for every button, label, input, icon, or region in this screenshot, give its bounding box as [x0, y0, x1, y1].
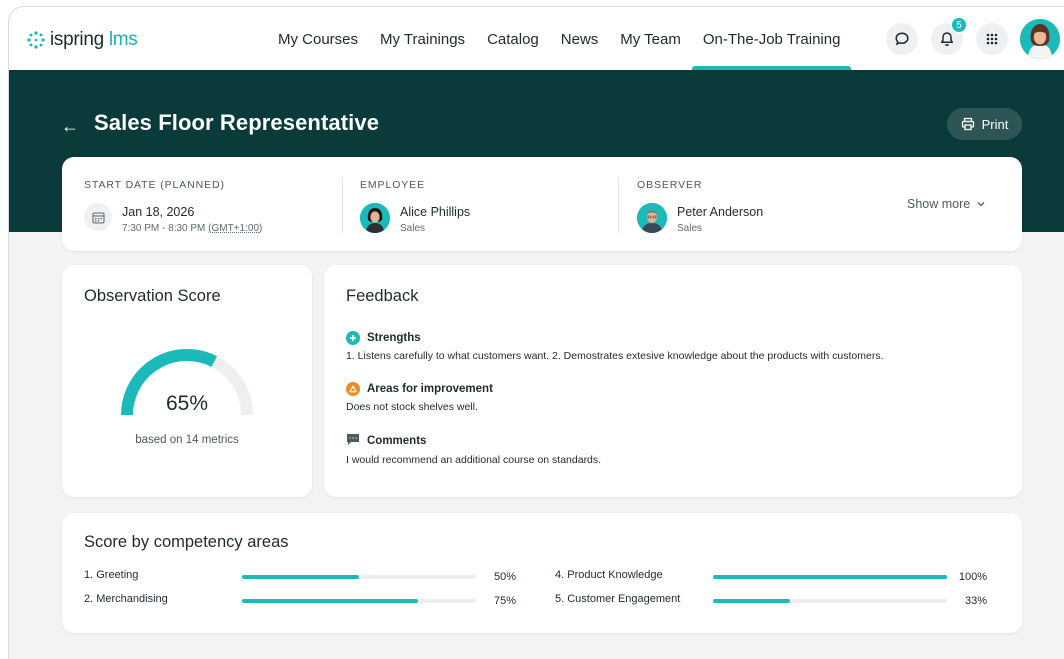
user-avatar-image — [1020, 19, 1060, 59]
observer-avatar[interactable] — [637, 203, 667, 233]
competency-percent: 100% — [958, 571, 987, 583]
start-time-value: 7:30 PM - 8:30 PM (GMT+1:00) — [122, 223, 263, 234]
feedback-title: Feedback — [346, 287, 419, 305]
start-date-label: START DATE (PLANNED) — [84, 179, 225, 191]
strengths-section: Strengths 1. Listens carefully to what c… — [346, 331, 884, 362]
divider — [342, 177, 343, 233]
show-more-button[interactable]: Show more — [907, 197, 986, 211]
improvement-text: Does not stock shelves well. — [346, 401, 478, 413]
competency-label: 5. Customer Engagement — [555, 593, 681, 605]
strengths-label: Strengths — [367, 332, 421, 344]
feedback-card: Feedback Strengths 1. Listens carefully … — [324, 265, 1022, 497]
print-button[interactable]: Print — [947, 108, 1022, 140]
app-window: ispring lms My Courses My Trainings Cata… — [8, 6, 1064, 659]
competency-title: Score by competency areas — [84, 533, 289, 551]
page-title: Sales Floor Representative — [94, 110, 380, 135]
warning-triangle-icon — [346, 382, 360, 396]
notification-count-badge: 5 — [951, 17, 967, 33]
competency-label: 2. Merchandising — [84, 593, 168, 605]
chevron-down-icon — [977, 202, 985, 207]
progress-fill — [713, 575, 947, 579]
strengths-text: 1. Listens carefully to what customers w… — [346, 350, 884, 362]
nav-my-team[interactable]: My Team — [609, 7, 692, 70]
start-date-value: Jan 18, 2026 — [122, 205, 195, 219]
employee-label: EMPLOYEE — [360, 179, 425, 191]
nav-news[interactable]: News — [550, 7, 610, 70]
improvement-label: Areas for improvement — [367, 383, 493, 395]
competency-label: 4. Product Knowledge — [555, 569, 663, 581]
show-more-label: Show more — [907, 197, 971, 211]
user-avatar[interactable] — [1020, 19, 1060, 59]
competency-percent: 50% — [493, 571, 516, 583]
comments-text: I would recommend an additional course o… — [346, 454, 602, 466]
employee-name[interactable]: Alice Phillips — [400, 205, 470, 219]
nav-catalog[interactable]: Catalog — [476, 7, 550, 70]
competency-row: 5. Customer Engagement 33% — [555, 593, 995, 609]
progress-fill — [242, 599, 418, 603]
observer-label: OBSERVER — [637, 179, 703, 191]
nav-on-the-job-training[interactable]: On-The-Job Training — [691, 7, 852, 70]
employee-avatar[interactable] — [360, 203, 390, 233]
chat-button[interactable] — [886, 23, 918, 55]
competency-row: 1. Greeting 50% — [84, 569, 516, 585]
progress-track — [713, 599, 947, 603]
nav-my-trainings[interactable]: My Trainings — [369, 7, 476, 70]
score-subtitle: based on 14 metrics — [135, 434, 239, 446]
progress-track — [242, 599, 476, 603]
start-date-section: START DATE (PLANNED) Jan 18, 2026 7:30 P… — [84, 179, 262, 234]
comments-section: Comments I would recommend an additional… — [346, 433, 601, 466]
progress-track — [242, 575, 476, 579]
improvement-section: Areas for improvement Does not stock she… — [346, 382, 493, 413]
competency-percent: 33% — [964, 595, 987, 607]
progress-fill — [242, 575, 359, 579]
observer-dept: Sales — [677, 223, 703, 234]
back-arrow-icon[interactable]: ← — [61, 116, 79, 137]
printer-icon — [961, 117, 974, 131]
competency-row: 2. Merchandising 75% — [84, 593, 516, 609]
top-navigation-bar: ispring lms My Courses My Trainings Cata… — [9, 7, 1064, 70]
bell-icon — [940, 32, 954, 47]
training-info-card: START DATE (PLANNED) Jan 18, 2026 7:30 P… — [62, 157, 1022, 251]
ispring-lms-logo[interactable]: ispring lms — [26, 29, 138, 51]
employee-dept: Sales — [400, 223, 426, 234]
logo-text: ispring lms — [50, 29, 138, 50]
observer-name[interactable]: Peter Anderson — [677, 205, 763, 219]
plus-circle-icon — [346, 331, 360, 345]
notifications-button[interactable]: 5 — [931, 17, 967, 55]
competency-percent: 75% — [493, 595, 516, 607]
competency-row: 4. Product Knowledge 100% — [555, 569, 995, 585]
competency-label: 1. Greeting — [84, 569, 139, 581]
progress-fill — [713, 599, 791, 603]
competency-scores-card: Score by competency areas 1. Greeting 50… — [62, 513, 1022, 633]
apps-grid-icon — [986, 33, 998, 45]
score-value: 65% — [165, 392, 209, 415]
print-label: Print — [981, 116, 1009, 132]
calendar-icon — [84, 203, 112, 231]
comments-label: Comments — [367, 435, 427, 447]
observation-score-title: Observation Score — [84, 287, 221, 305]
chat-bubble-icon — [895, 32, 909, 46]
comment-icon — [346, 433, 360, 449]
observer-section: OBSERVER Peter Anderson Sales — [637, 179, 763, 234]
observation-score-card: Observation Score 65% based on 14 metric… — [62, 265, 312, 497]
nav-my-courses[interactable]: My Courses — [267, 7, 369, 70]
ispring-logo-icon — [27, 31, 45, 49]
progress-track — [713, 575, 947, 579]
employee-section: EMPLOYEE Alice Phillips Sales — [360, 179, 470, 234]
apps-button[interactable] — [976, 23, 1008, 55]
divider — [618, 177, 619, 233]
timezone: (GMT+1:00) — [208, 223, 263, 234]
main-nav: My Courses My Trainings Catalog News My … — [267, 7, 852, 70]
